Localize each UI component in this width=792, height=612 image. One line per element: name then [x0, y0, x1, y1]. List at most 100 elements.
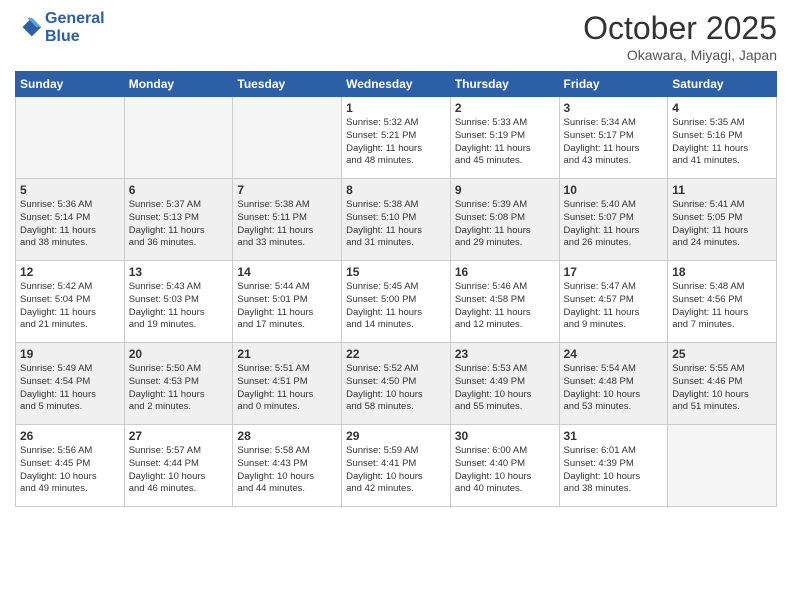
day-info: Sunrise: 5:48 AM Sunset: 4:56 PM Dayligh…	[672, 281, 772, 332]
weekday-header-tuesday: Tuesday	[233, 72, 342, 97]
day-cell: 14 Sunrise: 5:44 AM Sunset: 5:01 PM Dayli…	[233, 261, 342, 343]
day-cell	[233, 97, 342, 179]
day-cell	[16, 97, 125, 179]
day-cell: 10Sunrise: 5:40 AM Sunset: 5:07 PM Dayli…	[559, 179, 668, 261]
day-info: Sunrise: 5:39 AM Sunset: 5:08 PM Dayligh…	[455, 199, 555, 250]
day-cell: 31 Sunrise: 6:01 AM Sunset: 4:39 PM Dayli…	[559, 425, 668, 507]
day-number: 11	[672, 183, 772, 197]
day-cell: 23 Sunrise: 5:53 AM Sunset: 4:49 PM Dayli…	[450, 343, 559, 425]
day-cell: 16Sunrise: 5:46 AM Sunset: 4:58 PM Dayli…	[450, 261, 559, 343]
day-info: Sunrise: 5:53 AM Sunset: 4:49 PM Dayligh…	[455, 363, 555, 414]
day-info: Sunrise: 5:41 AM Sunset: 5:05 PM Dayligh…	[672, 199, 772, 250]
day-info: Sunrise: 5:40 AM Sunset: 5:07 PM Dayligh…	[564, 199, 664, 250]
day-cell: 9 Sunrise: 5:39 AM Sunset: 5:08 PM Daylig…	[450, 179, 559, 261]
day-info: Sunrise: 5:59 AM Sunset: 4:41 PM Dayligh…	[346, 445, 446, 496]
day-cell: 7Sunrise: 5:38 AM Sunset: 5:11 PM Daylig…	[233, 179, 342, 261]
weekday-header-row: SundayMondayTuesdayWednesdayThursdayFrid…	[16, 72, 777, 97]
day-number: 14	[237, 265, 337, 279]
logo-text: General Blue	[45, 10, 105, 45]
day-cell: 21 Sunrise: 5:51 AM Sunset: 4:51 PM Dayli…	[233, 343, 342, 425]
day-info: Sunrise: 5:33 AM Sunset: 5:19 PM Dayligh…	[455, 117, 555, 168]
day-cell: 22Sunrise: 5:52 AM Sunset: 4:50 PM Dayli…	[342, 343, 451, 425]
logo-icon	[15, 14, 43, 42]
day-cell: 18 Sunrise: 5:48 AM Sunset: 4:56 PM Dayli…	[668, 261, 777, 343]
logo: General Blue	[15, 10, 105, 45]
day-info: Sunrise: 5:35 AM Sunset: 5:16 PM Dayligh…	[672, 117, 772, 168]
day-number: 21	[237, 347, 337, 361]
day-number: 16	[455, 265, 555, 279]
day-number: 9	[455, 183, 555, 197]
day-number: 22	[346, 347, 446, 361]
day-number: 26	[20, 429, 120, 443]
day-number: 29	[346, 429, 446, 443]
day-cell: 15Sunrise: 5:45 AM Sunset: 5:00 PM Dayli…	[342, 261, 451, 343]
week-row: 26 Sunrise: 5:56 AM Sunset: 4:45 PM Dayli…	[16, 425, 777, 507]
day-number: 3	[564, 101, 664, 115]
day-cell: 29 Sunrise: 5:59 AM Sunset: 4:41 PM Dayli…	[342, 425, 451, 507]
day-info: Sunrise: 5:55 AM Sunset: 4:46 PM Dayligh…	[672, 363, 772, 414]
day-number: 25	[672, 347, 772, 361]
day-cell: 26 Sunrise: 5:56 AM Sunset: 4:45 PM Dayli…	[16, 425, 125, 507]
day-cell: 1Sunrise: 5:32 AM Sunset: 5:21 PM Daylig…	[342, 97, 451, 179]
day-cell: 2Sunrise: 5:33 AM Sunset: 5:19 PM Daylig…	[450, 97, 559, 179]
calendar-table: SundayMondayTuesdayWednesdayThursdayFrid…	[15, 71, 777, 507]
day-info: Sunrise: 5:44 AM Sunset: 5:01 PM Dayligh…	[237, 281, 337, 332]
day-info: Sunrise: 5:50 AM Sunset: 4:53 PM Dayligh…	[129, 363, 229, 414]
day-info: Sunrise: 5:51 AM Sunset: 4:51 PM Dayligh…	[237, 363, 337, 414]
day-number: 18	[672, 265, 772, 279]
day-cell: 19 Sunrise: 5:49 AM Sunset: 4:54 PM Dayli…	[16, 343, 125, 425]
day-info: Sunrise: 6:01 AM Sunset: 4:39 PM Dayligh…	[564, 445, 664, 496]
day-info: Sunrise: 5:58 AM Sunset: 4:43 PM Dayligh…	[237, 445, 337, 496]
day-cell: 25 Sunrise: 5:55 AM Sunset: 4:46 PM Dayli…	[668, 343, 777, 425]
week-row: 19 Sunrise: 5:49 AM Sunset: 4:54 PM Dayli…	[16, 343, 777, 425]
day-info: Sunrise: 5:42 AM Sunset: 5:04 PM Dayligh…	[20, 281, 120, 332]
weekday-header-wednesday: Wednesday	[342, 72, 451, 97]
day-number: 23	[455, 347, 555, 361]
day-number: 20	[129, 347, 229, 361]
day-info: Sunrise: 5:49 AM Sunset: 4:54 PM Dayligh…	[20, 363, 120, 414]
day-number: 1	[346, 101, 446, 115]
day-cell: 11 Sunrise: 5:41 AM Sunset: 5:05 PM Dayli…	[668, 179, 777, 261]
day-info: Sunrise: 5:37 AM Sunset: 5:13 PM Dayligh…	[129, 199, 229, 250]
day-cell: 8Sunrise: 5:38 AM Sunset: 5:10 PM Daylig…	[342, 179, 451, 261]
day-info: Sunrise: 5:36 AM Sunset: 5:14 PM Dayligh…	[20, 199, 120, 250]
week-row: 1Sunrise: 5:32 AM Sunset: 5:21 PM Daylig…	[16, 97, 777, 179]
week-row: 5Sunrise: 5:36 AM Sunset: 5:14 PM Daylig…	[16, 179, 777, 261]
day-number: 19	[20, 347, 120, 361]
weekday-header-monday: Monday	[124, 72, 233, 97]
title-block: October 2025 Okawara, Miyagi, Japan	[583, 10, 777, 63]
location: Okawara, Miyagi, Japan	[583, 47, 777, 63]
weekday-header-saturday: Saturday	[668, 72, 777, 97]
calendar-page: General Blue October 2025 Okawara, Miyag…	[0, 0, 792, 612]
day-cell: 12 Sunrise: 5:42 AM Sunset: 5:04 PM Dayli…	[16, 261, 125, 343]
weekday-header-thursday: Thursday	[450, 72, 559, 97]
day-cell: 30 Sunrise: 6:00 AM Sunset: 4:40 PM Dayli…	[450, 425, 559, 507]
day-cell: 4 Sunrise: 5:35 AM Sunset: 5:16 PM Daylig…	[668, 97, 777, 179]
day-info: Sunrise: 5:43 AM Sunset: 5:03 PM Dayligh…	[129, 281, 229, 332]
day-info: Sunrise: 5:34 AM Sunset: 5:17 PM Dayligh…	[564, 117, 664, 168]
header: General Blue October 2025 Okawara, Miyag…	[15, 10, 777, 63]
day-info: Sunrise: 5:38 AM Sunset: 5:10 PM Dayligh…	[346, 199, 446, 250]
day-number: 7	[237, 183, 337, 197]
day-info: Sunrise: 5:54 AM Sunset: 4:48 PM Dayligh…	[564, 363, 664, 414]
week-row: 12 Sunrise: 5:42 AM Sunset: 5:04 PM Dayli…	[16, 261, 777, 343]
day-number: 27	[129, 429, 229, 443]
day-info: Sunrise: 5:57 AM Sunset: 4:44 PM Dayligh…	[129, 445, 229, 496]
day-cell: 27 Sunrise: 5:57 AM Sunset: 4:44 PM Dayli…	[124, 425, 233, 507]
day-cell: 5Sunrise: 5:36 AM Sunset: 5:14 PM Daylig…	[16, 179, 125, 261]
day-cell: 3 Sunrise: 5:34 AM Sunset: 5:17 PM Daylig…	[559, 97, 668, 179]
day-info: Sunrise: 5:56 AM Sunset: 4:45 PM Dayligh…	[20, 445, 120, 496]
weekday-header-friday: Friday	[559, 72, 668, 97]
day-number: 15	[346, 265, 446, 279]
day-number: 12	[20, 265, 120, 279]
day-number: 4	[672, 101, 772, 115]
day-number: 30	[455, 429, 555, 443]
day-cell: 6Sunrise: 5:37 AM Sunset: 5:13 PM Daylig…	[124, 179, 233, 261]
day-number: 28	[237, 429, 337, 443]
day-number: 31	[564, 429, 664, 443]
day-cell	[124, 97, 233, 179]
day-cell: 20 Sunrise: 5:50 AM Sunset: 4:53 PM Dayli…	[124, 343, 233, 425]
weekday-header-sunday: Sunday	[16, 72, 125, 97]
day-cell: 28 Sunrise: 5:58 AM Sunset: 4:43 PM Dayli…	[233, 425, 342, 507]
day-info: Sunrise: 6:00 AM Sunset: 4:40 PM Dayligh…	[455, 445, 555, 496]
